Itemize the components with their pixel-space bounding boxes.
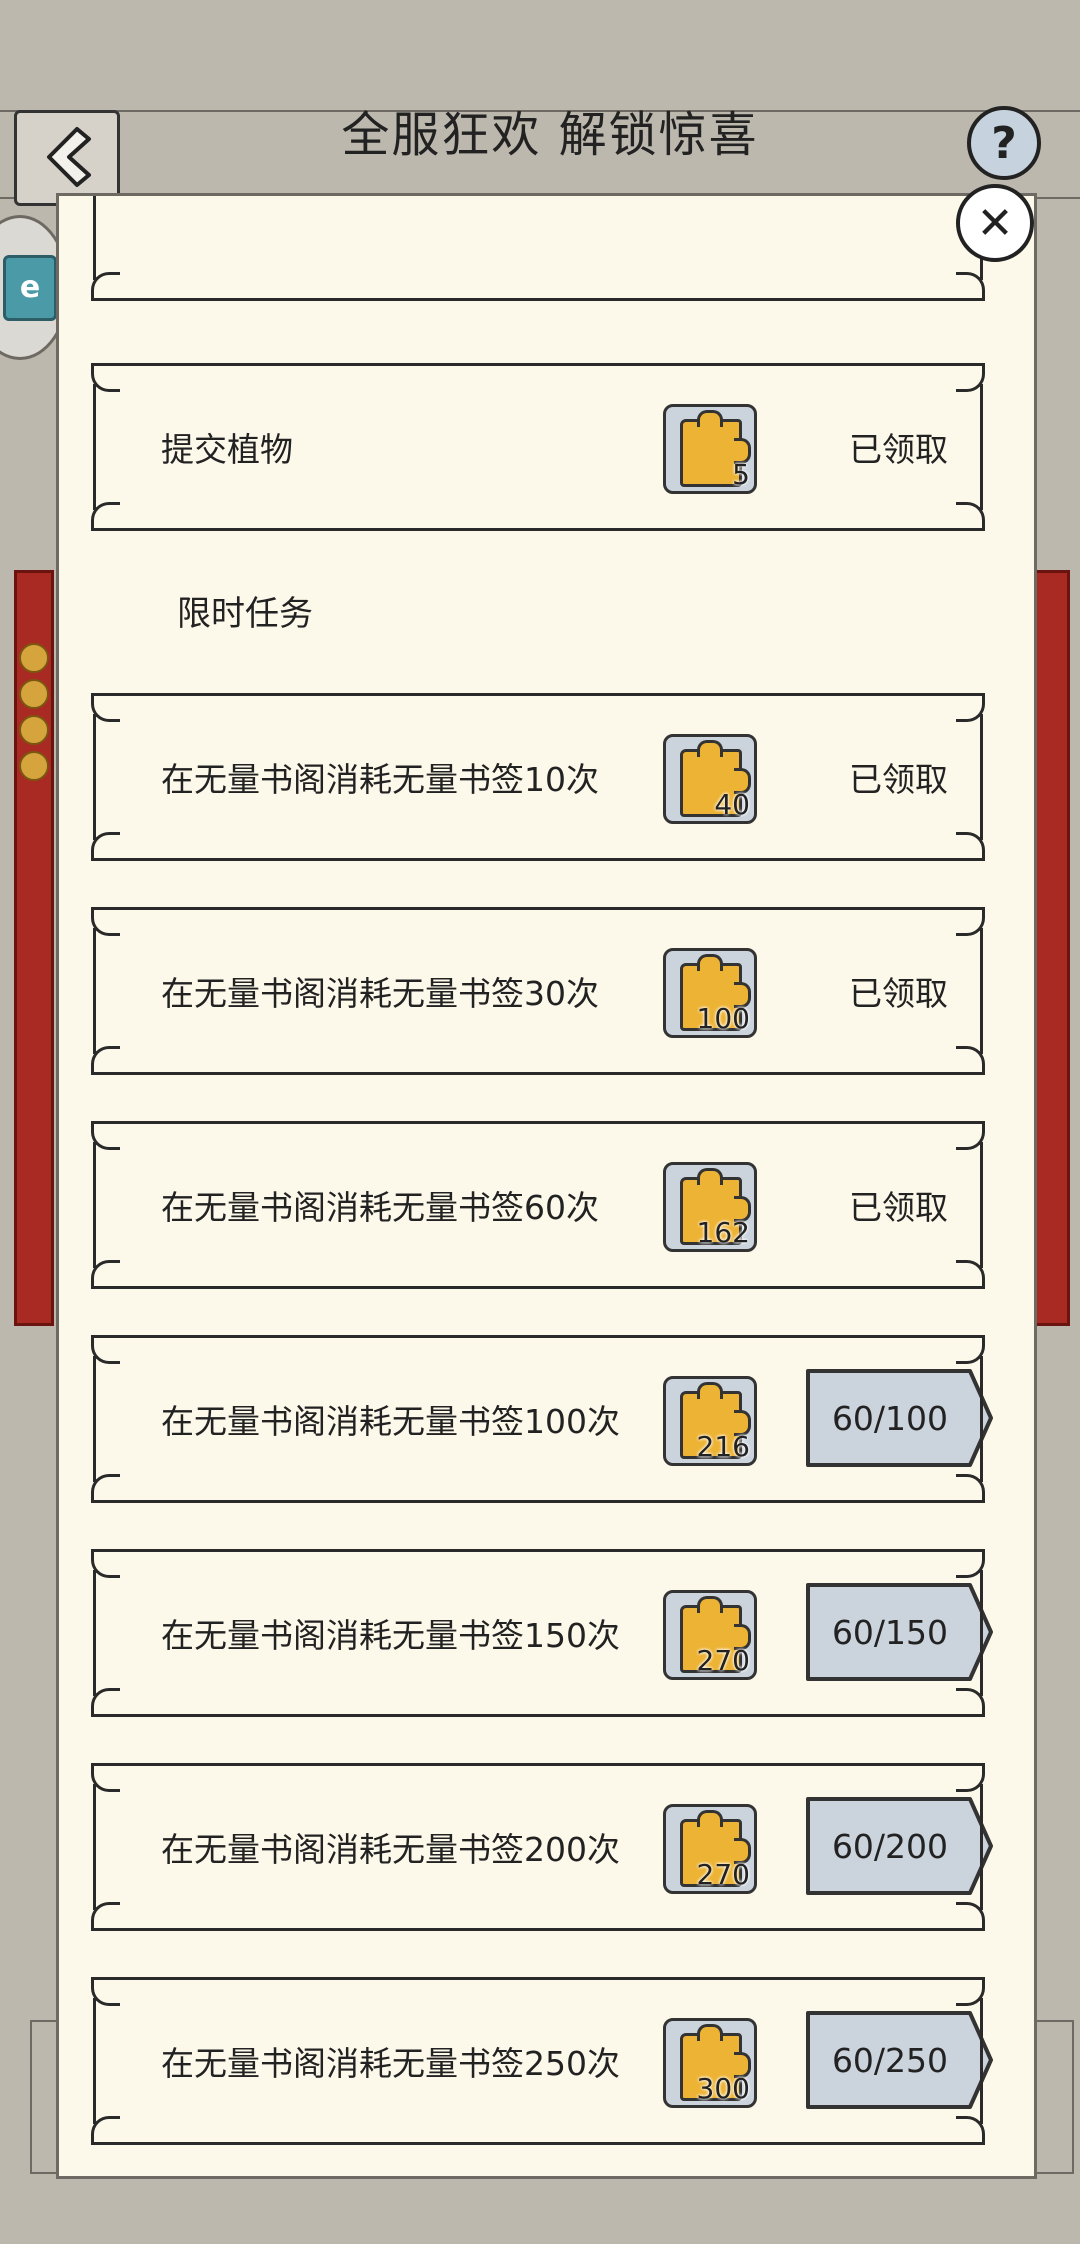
reward-count: 5 — [732, 458, 750, 491]
task-panel[interactable]: 提交植物 5 已领取 限时任务 在无量书阁消耗无量书签10次 40 已领取 在无… — [56, 193, 1037, 2179]
progress-button[interactable]: 60/100 — [805, 1368, 995, 1468]
task-title: 在无量书阁消耗无量书签200次 — [161, 1830, 620, 1869]
progress-button[interactable]: 60/150 — [805, 1582, 995, 1682]
reward-count: 40 — [714, 788, 750, 821]
reward-count: 100 — [696, 1002, 750, 1035]
coin-icon — [19, 751, 49, 781]
task-title: 在无量书阁消耗无量书签150次 — [161, 1616, 620, 1655]
task-card: 在无量书阁消耗无量书签30次 100 已领取 — [91, 907, 985, 1075]
claimed-status: 已领取 — [849, 760, 948, 799]
reward-count: 270 — [696, 1858, 750, 1891]
task-title: 在无量书阁消耗无量书签30次 — [161, 974, 599, 1013]
reward-slot[interactable]: 270 — [663, 1590, 757, 1680]
progress-text: 60/200 — [831, 1826, 949, 1866]
progress-button[interactable]: 60/200 — [805, 1796, 995, 1896]
coin-icon — [19, 715, 49, 745]
page-title: 全服狂欢 解锁惊喜 — [341, 107, 759, 163]
task-title: 提交植物 — [161, 430, 293, 469]
reward-count: 270 — [696, 1644, 750, 1677]
reward-slot[interactable]: 100 — [663, 948, 757, 1038]
progress-text: 60/150 — [831, 1612, 949, 1652]
section-label-limited-tasks: 限时任务 — [177, 594, 313, 634]
claimed-status: 已领取 — [849, 430, 948, 469]
task-card: 在无量书阁消耗无量书签150次 270 60/150 — [91, 1549, 993, 1717]
task-card: 在无量书阁消耗无量书签10次 40 已领取 — [91, 693, 985, 861]
reward-slot[interactable]: 270 — [663, 1804, 757, 1894]
left-scroll-decoration — [14, 570, 54, 1326]
task-title: 在无量书阁消耗无量书签250次 — [161, 2044, 620, 2083]
progress-text: 60/250 — [831, 2040, 949, 2080]
task-title: 在无量书阁消耗无量书签100次 — [161, 1402, 620, 1441]
reward-slot[interactable]: 5 — [663, 404, 757, 494]
task-card: 在无量书阁消耗无量书签60次 162 已领取 — [91, 1121, 985, 1289]
progress-button[interactable]: 60/250 — [805, 2010, 995, 2110]
claimed-status: 已领取 — [849, 1188, 948, 1227]
help-button[interactable]: ? — [967, 106, 1041, 180]
reward-count: 162 — [696, 1216, 750, 1249]
reward-slot[interactable]: 162 — [663, 1162, 757, 1252]
reward-slot[interactable]: 216 — [663, 1376, 757, 1466]
close-button[interactable]: ✕ — [956, 184, 1034, 262]
reward-count: 216 — [696, 1430, 750, 1463]
progress-text: 60/100 — [831, 1398, 949, 1438]
task-title: 在无量书阁消耗无量书签60次 — [161, 1188, 599, 1227]
task-card-partial — [91, 196, 985, 301]
task-card: 在无量书阁消耗无量书签250次 300 60/250 — [91, 1977, 993, 2145]
task-card: 在无量书阁消耗无量书签200次 270 60/200 — [91, 1763, 993, 1931]
task-card: 提交植物 5 已领取 — [91, 363, 985, 531]
coin-icon — [19, 643, 49, 673]
event-icon: e — [3, 254, 57, 321]
coin-icon — [19, 679, 49, 709]
task-title: 在无量书阁消耗无量书签10次 — [161, 760, 599, 799]
reward-count: 300 — [696, 2072, 750, 2105]
reward-slot[interactable]: 40 — [663, 734, 757, 824]
close-icon: ✕ — [976, 197, 1014, 249]
claimed-status: 已领取 — [849, 974, 948, 1013]
reward-slot[interactable]: 300 — [663, 2018, 757, 2108]
question-icon: ? — [991, 117, 1017, 169]
task-card: 在无量书阁消耗无量书签100次 216 60/100 — [91, 1335, 993, 1503]
